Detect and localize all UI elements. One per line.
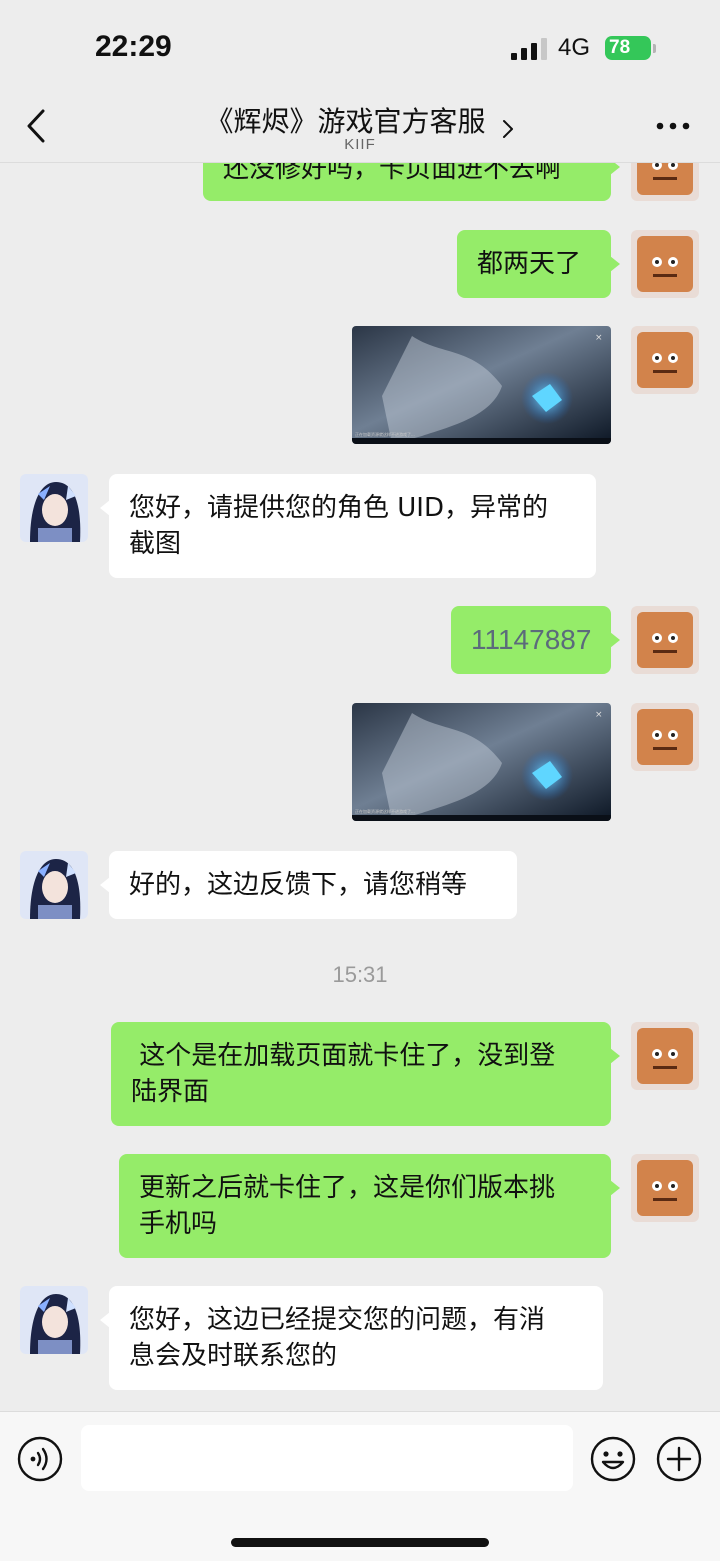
chat-subtitle: KIIF bbox=[344, 136, 376, 153]
screenshot-image[interactable]: × 正在加载资源就这样不进游戏了... bbox=[352, 326, 611, 444]
message-text-line: 陆界面 bbox=[131, 1077, 210, 1107]
screenshot-image[interactable]: × 正在加载资源就这样不进游戏了... bbox=[352, 703, 611, 821]
my-avatar[interactable] bbox=[631, 703, 699, 771]
message-text-line: 更新之后就卡住了，这是你们版本挑 bbox=[139, 1173, 556, 1203]
cellular-signal-icon bbox=[511, 38, 547, 60]
battery-level: 78 bbox=[609, 37, 631, 58]
my-message-bubble[interactable]: 这个是在加载页面就卡住了，没到登 陆界面 bbox=[111, 1022, 620, 1126]
voice-icon[interactable] bbox=[17, 1436, 63, 1482]
image-caption: 正在加载资源就这样不进游戏了... bbox=[355, 809, 415, 814]
plus-icon[interactable] bbox=[656, 1436, 702, 1482]
message-text-line: 这个是在加载页面就卡住了，没到登 bbox=[131, 1041, 556, 1071]
my-message-bubble[interactable]: 都两天了 bbox=[457, 230, 620, 298]
support-message-bubble[interactable]: 好的，这边反馈下，请您稍等 bbox=[100, 851, 517, 919]
message-text: 好的，这边反馈下，请您稍等 bbox=[129, 870, 468, 900]
my-message-bubble[interactable]: 11147887 bbox=[451, 606, 620, 674]
status-time: 22:29 bbox=[95, 30, 172, 63]
home-indicator[interactable] bbox=[231, 1538, 489, 1547]
svg-text:×: × bbox=[595, 333, 603, 343]
battery-icon: 78 bbox=[605, 36, 651, 60]
support-avatar[interactable] bbox=[20, 474, 88, 542]
my-message-bubble[interactable]: 更新之后就卡住了，这是你们版本挑 手机吗 bbox=[119, 1154, 620, 1258]
chat-title[interactable]: 《辉烬》游戏官方客服 bbox=[0, 100, 720, 140]
my-avatar[interactable] bbox=[631, 326, 699, 394]
my-avatar[interactable] bbox=[631, 606, 699, 674]
emoji-icon[interactable] bbox=[590, 1436, 636, 1482]
message-text-line: 截图 bbox=[129, 529, 182, 559]
header: 22:29 4G 78 《辉烬》游戏官方客服 KIIF bbox=[0, 0, 720, 163]
message-text-line: 您好，这边已经提交您的问题，有消 bbox=[129, 1305, 546, 1335]
my-avatar[interactable] bbox=[631, 1154, 699, 1222]
support-message-bubble[interactable]: 您好，这边已经提交您的问题，有消 息会及时联系您的 bbox=[100, 1286, 603, 1390]
support-message-bubble[interactable]: 您好，请提供您的角色 UID，异常的 截图 bbox=[100, 474, 596, 578]
message-text-line: 手机吗 bbox=[139, 1209, 218, 1239]
svg-text:×: × bbox=[595, 710, 603, 720]
more-dots-icon[interactable] bbox=[656, 122, 690, 130]
support-avatar[interactable] bbox=[20, 851, 88, 919]
my-avatar[interactable] bbox=[631, 1022, 699, 1090]
message-text-line: 您好，请提供您的角色 UID，异常的 bbox=[129, 493, 548, 523]
chat-title-text: 《辉烬》游戏官方客服 bbox=[205, 105, 486, 138]
message-timestamp: 15:31 bbox=[332, 962, 388, 987]
message-text-line: 息会及时联系您的 bbox=[129, 1341, 338, 1371]
chevron-right-icon bbox=[502, 113, 514, 138]
network-type: 4G bbox=[558, 34, 591, 61]
my-avatar[interactable] bbox=[631, 230, 699, 298]
message-text: 11147887 bbox=[471, 624, 592, 655]
message-text: 都两天了 bbox=[477, 249, 582, 279]
chat-screen: 还没修好吗，卡页面进不去啊 都两天了 × 正在加载资源就这样不进游戏了... 您… bbox=[0, 0, 720, 1561]
support-avatar[interactable] bbox=[20, 1286, 88, 1354]
image-caption: 正在加载资源就这样不进游戏了... bbox=[355, 432, 415, 437]
battery-tip bbox=[653, 44, 656, 53]
message-list[interactable]: 还没修好吗，卡页面进不去啊 都两天了 × 正在加载资源就这样不进游戏了... 您… bbox=[0, 0, 720, 1411]
message-input[interactable] bbox=[81, 1425, 573, 1491]
